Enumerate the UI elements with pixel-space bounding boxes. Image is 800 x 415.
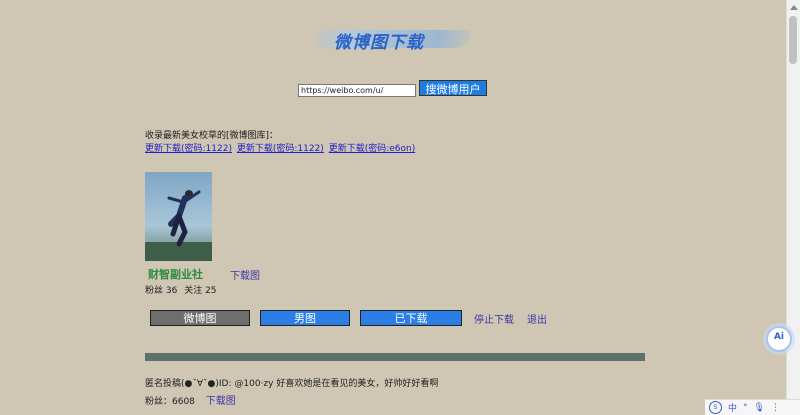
search-weibo-user-button[interactable]: 搜微博用户 [419, 80, 487, 96]
ime-language-toggle[interactable]: 中 [728, 401, 737, 414]
tab-male-images[interactable]: 男图 [260, 310, 350, 326]
collection-label: 收录最新美女校草的[微博图库]： [145, 131, 279, 141]
gallery-download-link-3[interactable]: 更新下载(密码:e6on) [329, 144, 416, 154]
ai-assistant-button[interactable]: Ai [766, 326, 792, 352]
weibo-url-input[interactable] [298, 84, 416, 97]
post-meta: 粉丝：6608 下载图 [145, 392, 236, 407]
page-scrollbar[interactable] [786, 0, 800, 415]
tab-weibo-images[interactable]: 微博图 [150, 310, 250, 326]
ime-logo-icon[interactable]: S [709, 401, 722, 414]
logo-text: 微博图下载 [334, 33, 424, 53]
post-fans-count: 粉丝：6608 [145, 397, 195, 407]
ime-toolbar[interactable]: S 中 ° 🎙 ⋮ [705, 399, 800, 415]
avatar-photo [145, 172, 212, 261]
profile-name[interactable]: 财智副业社 [148, 266, 203, 282]
gallery-download-link-2[interactable]: 更新下载(密码:1122) [237, 144, 324, 154]
ime-menu-icon[interactable]: ⋮ [771, 403, 780, 413]
profile-avatar[interactable] [145, 172, 212, 261]
scroll-thumb[interactable] [789, 16, 797, 64]
ai-icon: Ai [773, 332, 785, 342]
follow-count: 关注 25 [184, 286, 217, 296]
tab-downloaded[interactable]: 已下载 [360, 310, 462, 326]
stop-download-link[interactable]: 停止下载 [474, 311, 514, 326]
post-download-link[interactable]: 下载图 [206, 396, 236, 407]
fans-count: 粉丝 36 [145, 286, 178, 296]
gallery-links: 更新下载(密码:1122) 更新下载(密码:1122) 更新下载(密码:e6on… [145, 141, 417, 154]
gallery-download-link-1[interactable]: 更新下载(密码:1122) [145, 144, 232, 154]
ime-punctuation-icon[interactable]: ° [743, 403, 748, 413]
section-divider [145, 353, 645, 361]
site-logo: 微博图下载 [314, 26, 472, 53]
scroll-up-arrow-icon[interactable] [790, 5, 798, 10]
ime-microphone-icon[interactable]: 🎙 [754, 403, 765, 413]
profile-download-link[interactable]: 下载图 [230, 267, 260, 282]
profile-stats: 粉丝 36 关注 25 [145, 283, 221, 296]
exit-link[interactable]: 退出 [527, 311, 547, 326]
post-caption: 匿名投稿(●ˇ∀ˇ●)ID: @100·zy 好喜欢她是在看见的美女，好帅好好看… [145, 379, 439, 389]
